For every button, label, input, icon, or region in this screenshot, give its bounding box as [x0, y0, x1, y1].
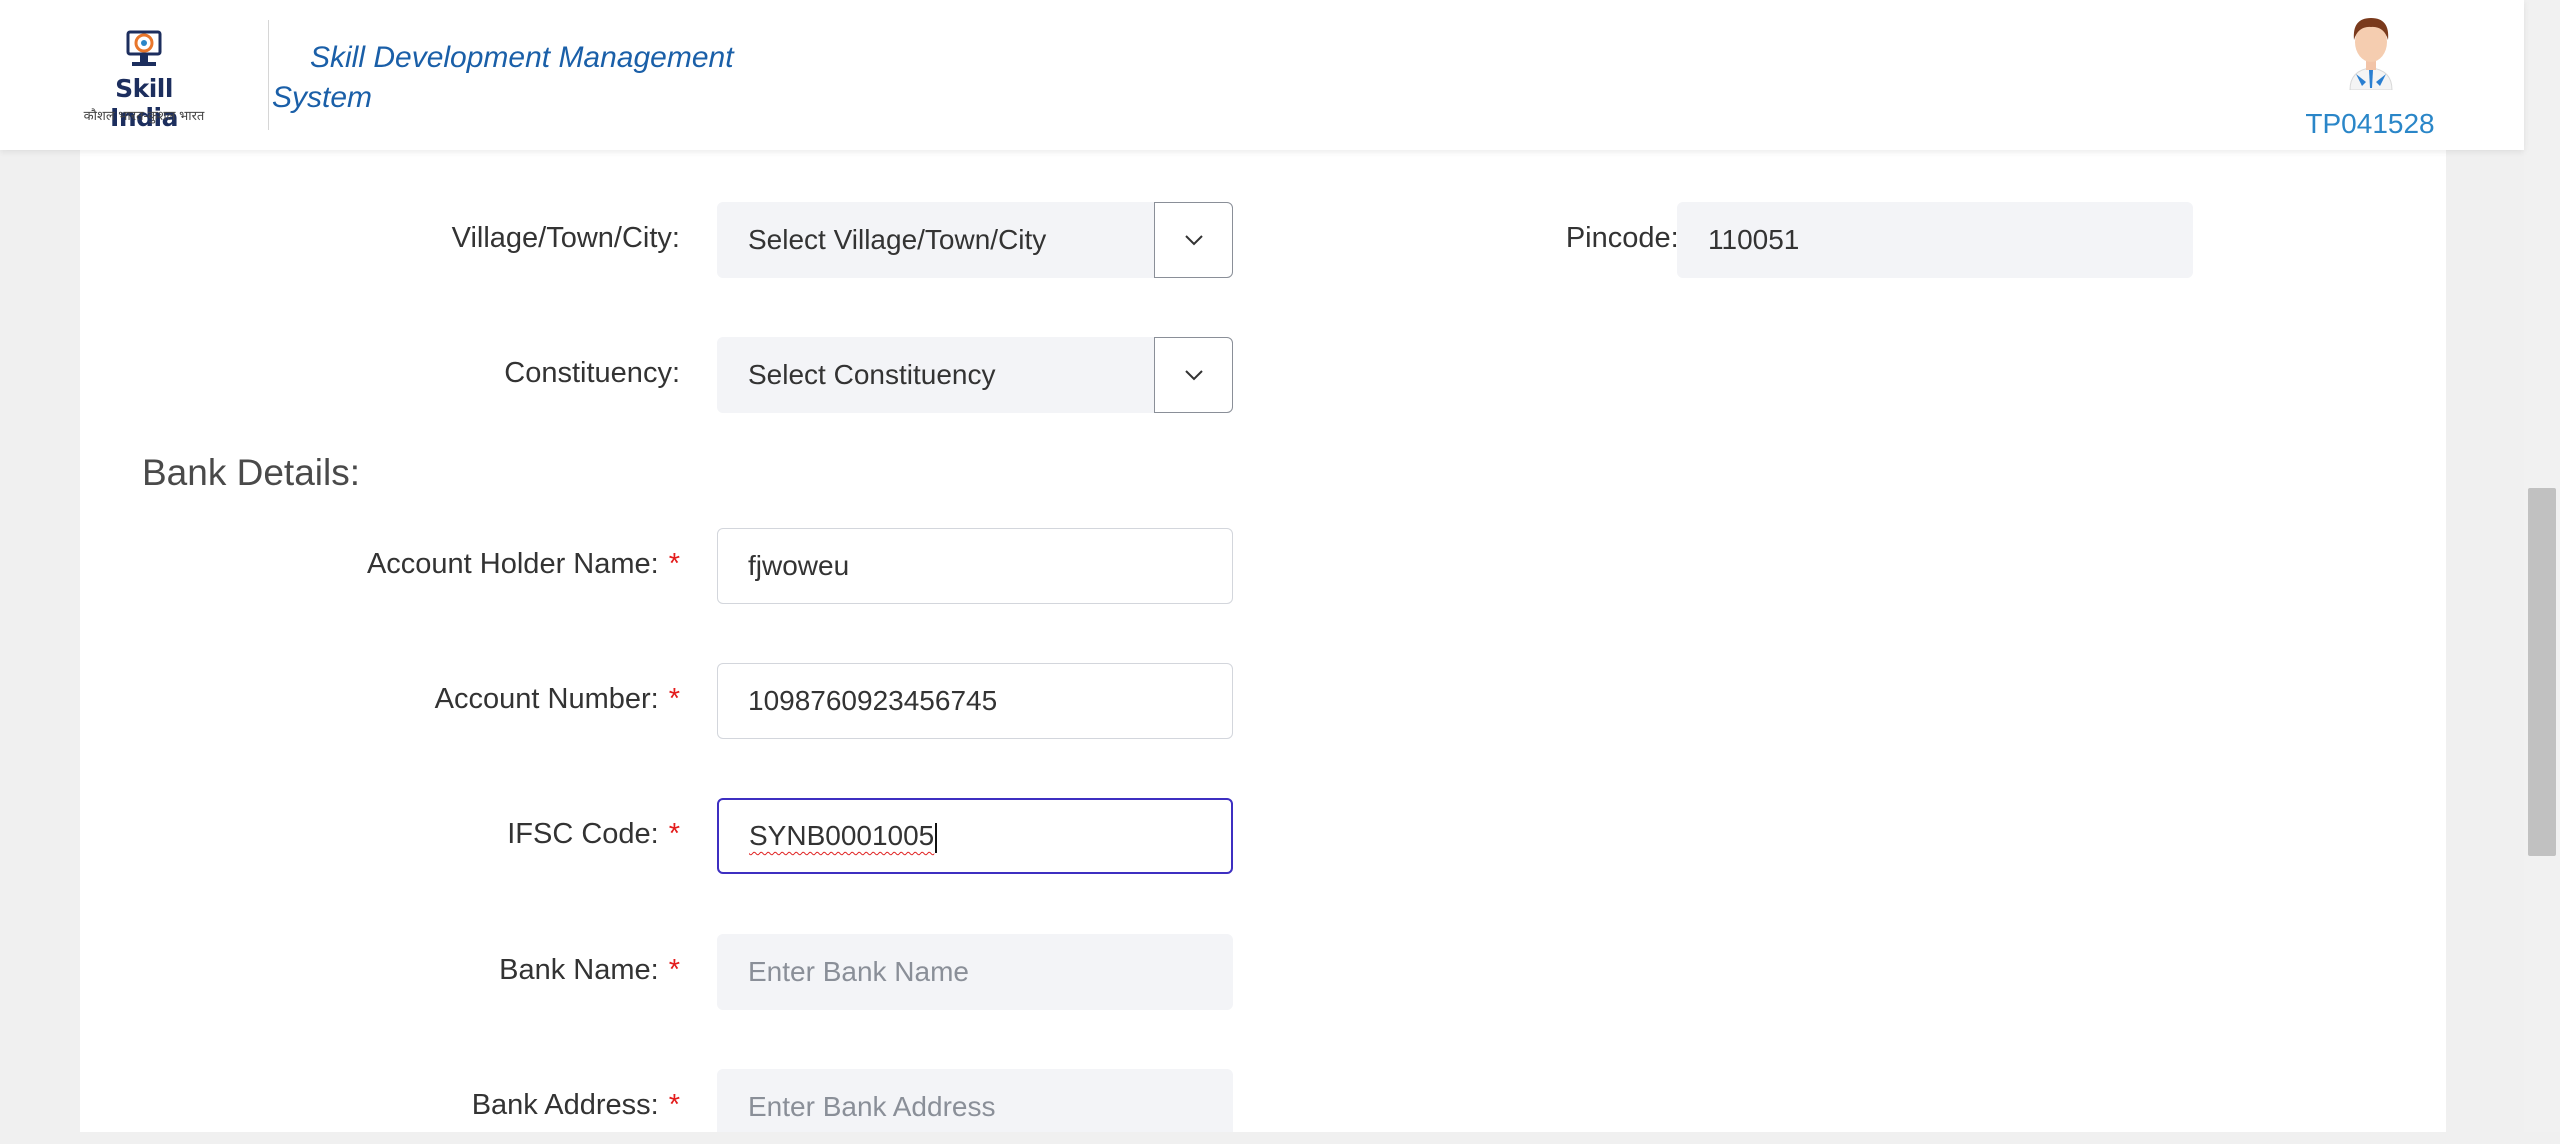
- account-number-label: Account Number: *: [80, 681, 680, 717]
- account-holder-label-text: Account Holder Name:: [366, 548, 659, 580]
- pincode-field[interactable]: 110051: [1677, 202, 2193, 278]
- village-label: Village/Town/City:: [80, 220, 680, 256]
- bank-name-input[interactable]: Enter Bank Name: [717, 934, 1233, 1010]
- constituency-select-toggle[interactable]: [1154, 337, 1233, 413]
- required-marker: *: [668, 548, 680, 580]
- chevron-down-icon: [1184, 370, 1203, 381]
- page-scrollbar[interactable]: [2524, 0, 2560, 1132]
- required-marker: *: [668, 1089, 680, 1121]
- constituency-select[interactable]: Select Constituency: [717, 337, 1233, 413]
- account-number-value: 1098760923456745: [748, 685, 998, 716]
- app-title: Skill Development Management System: [272, 41, 734, 114]
- account-holder-value: fjwoweu: [748, 550, 850, 581]
- required-marker: *: [668, 954, 680, 986]
- bank-address-input[interactable]: Enter Bank Address: [717, 1069, 1233, 1132]
- required-marker: *: [668, 818, 680, 850]
- ifsc-label: IFSC Code: *: [80, 816, 680, 852]
- bank-address-placeholder: Enter Bank Address: [748, 1091, 996, 1122]
- village-label-text: Village/Town/City:: [451, 222, 680, 254]
- ifsc-label-text: IFSC Code:: [507, 818, 659, 850]
- pincode-label-text: Pincode:: [1565, 222, 1679, 254]
- logo-tagline: कौशल भारत-कुशल भारत: [83, 108, 205, 123]
- skill-india-logo-icon: [126, 30, 162, 66]
- bank-address-label-text: Bank Address:: [471, 1089, 659, 1121]
- bank-details-heading: Bank Details:: [142, 452, 360, 493]
- constituency-label-text: Constituency:: [504, 357, 680, 389]
- top-header: Skill India कौशल भारत-कुशल भारत Skill De…: [0, 0, 2524, 150]
- scrollbar-thumb[interactable]: [2528, 488, 2556, 856]
- constituency-select-value: Select Constituency: [748, 359, 996, 390]
- pincode-label: Pincode:*: [1100, 220, 1700, 256]
- ifsc-value: SYNB0001005: [749, 820, 935, 851]
- account-holder-input[interactable]: fjwoweu: [717, 528, 1233, 604]
- header-divider: [268, 20, 269, 130]
- skill-india-logo[interactable]: Skill India कौशल भारत-कुशल भारत: [82, 26, 206, 132]
- account-number-input[interactable]: 1098760923456745: [717, 663, 1233, 739]
- bank-address-label: Bank Address: *: [80, 1087, 680, 1123]
- ifsc-input[interactable]: SYNB0001005: [717, 798, 1233, 874]
- bank-name-label: Bank Name: *: [80, 952, 680, 988]
- user-avatar-icon[interactable]: [2336, 12, 2406, 90]
- village-select-value: Select Village/Town/City: [748, 224, 1047, 255]
- text-caret: [935, 822, 938, 853]
- bank-name-label-text: Bank Name:: [499, 954, 659, 986]
- bank-name-placeholder: Enter Bank Name: [748, 956, 969, 987]
- form-card: Village/Town/City: Select Village/Town/C…: [80, 150, 2446, 1132]
- account-number-label-text: Account Number:: [434, 683, 659, 715]
- pincode-value: 110051: [1708, 224, 1800, 255]
- constituency-label: Constituency:: [80, 355, 680, 391]
- required-marker: *: [668, 683, 680, 715]
- account-holder-label: Account Holder Name: *: [80, 546, 680, 582]
- user-id[interactable]: TP041528: [2280, 108, 2460, 140]
